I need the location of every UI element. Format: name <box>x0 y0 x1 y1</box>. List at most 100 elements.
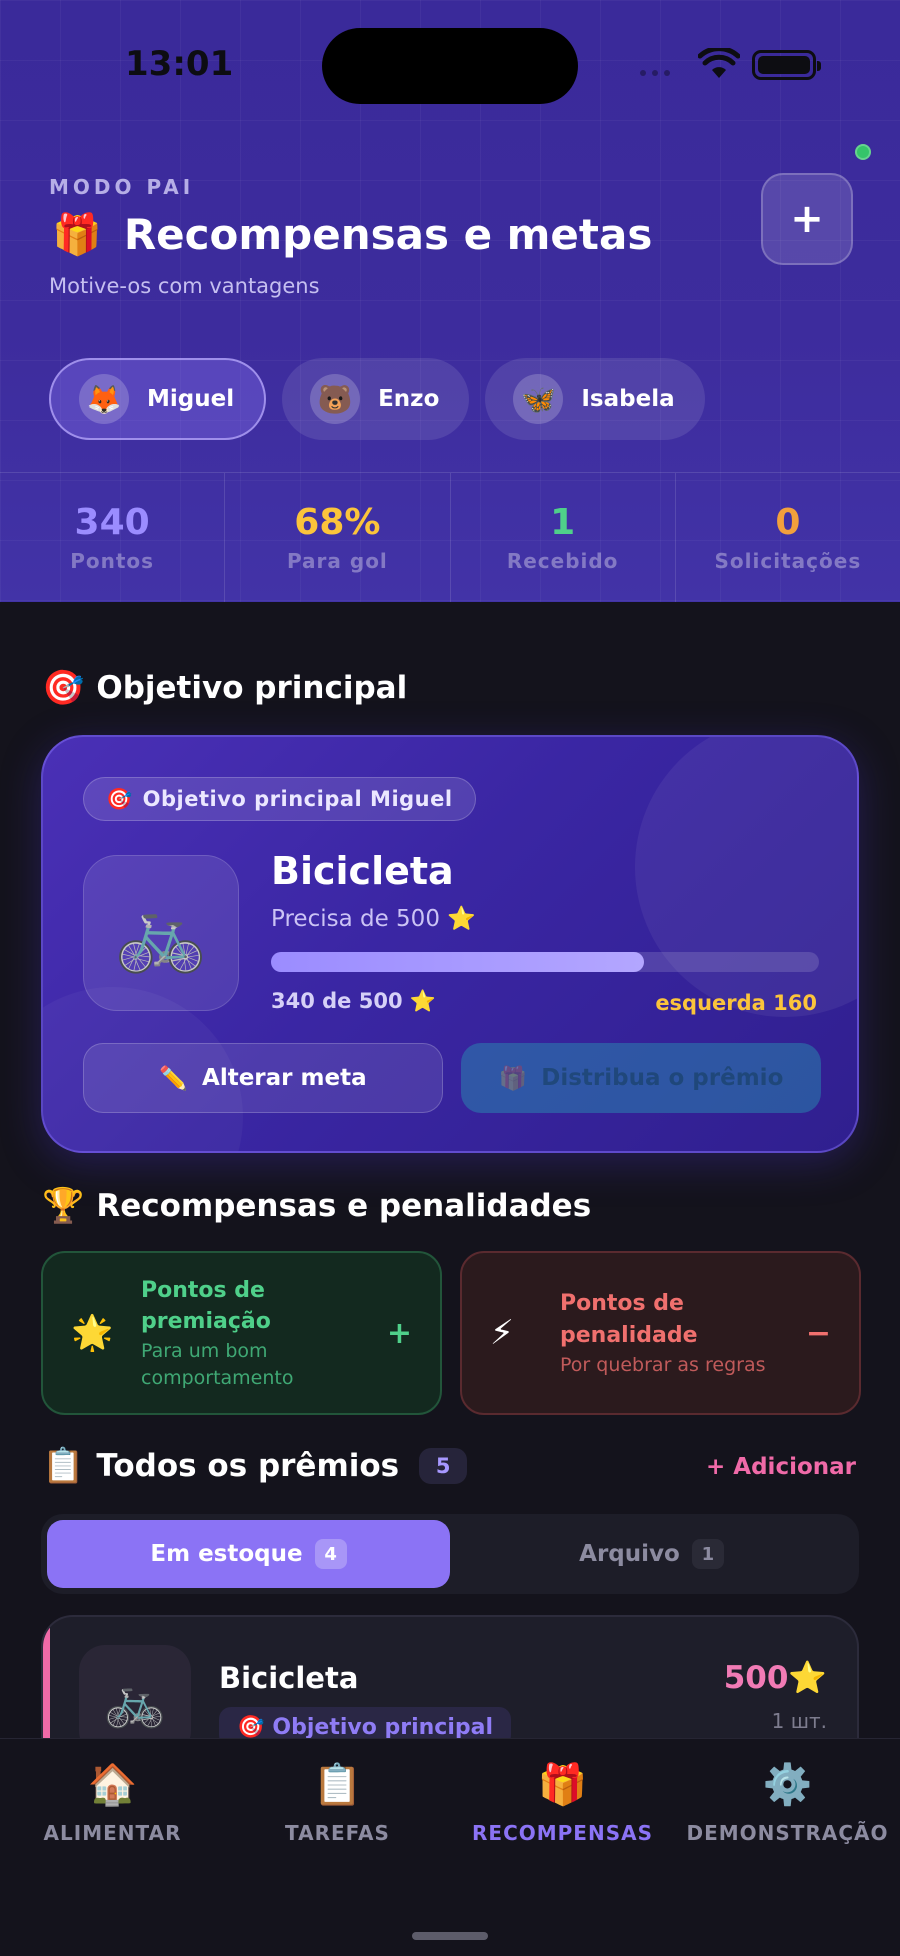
prize-name: Bicicleta <box>219 1661 359 1695</box>
dynamic-island <box>322 28 578 104</box>
status-time: 13:01 <box>125 44 234 84</box>
stats-bar: 340 Pontos 68% Para gol 1 Recebido 0 Solicitaçõ… <box>0 472 900 602</box>
reward-points-card[interactable]: 🌟 Pontos de premiação Para um bom compor… <box>41 1251 442 1415</box>
tab-count: 4 <box>314 1539 347 1569</box>
page-title-row: 🎁 Recompensas e metas <box>52 210 652 259</box>
pencil-icon: ✏️ <box>159 1065 189 1092</box>
prize-tabs: Em estoque 4 Arquivo 1 <box>41 1514 859 1594</box>
rewards-icon: 🎁 <box>537 1762 588 1808</box>
nav-label: RECOMPENSAS <box>472 1821 653 1845</box>
penalty-points-subtitle: Por quebrar as regras <box>560 1353 766 1376</box>
penalty-points-card[interactable]: ⚡ Pontos de penalidade Por quebrar as re… <box>460 1251 861 1415</box>
tab-label: Arquivo <box>579 1541 680 1567</box>
page-subtitle: Motive-os com vantagens <box>49 274 320 298</box>
plus-icon: + <box>386 1315 412 1351</box>
home-icon: 🏠 <box>87 1762 138 1808</box>
goal-progress-text: 340 de 500 ⭐ <box>271 989 437 1013</box>
child-chip-miguel[interactable]: 🦊 Miguel <box>49 358 267 440</box>
reward-points-subtitle: Para um bom comportamento <box>141 1340 294 1389</box>
goal-owner-label: Objetivo principal Miguel <box>142 787 453 811</box>
add-reward-button[interactable]: + <box>761 173 853 265</box>
target-icon: 🎯 <box>237 1714 265 1740</box>
goal-required: Precisa de 500 ⭐ <box>271 906 476 932</box>
prizes-section-title: 📋 Todos os prêmios 5 <box>42 1446 468 1486</box>
give-prize-label: Distribua o prêmio <box>541 1065 784 1091</box>
star-icon: 🌟 <box>71 1313 114 1353</box>
stat-1: 68% Para gol <box>225 473 451 602</box>
stat-0: 340 Pontos <box>0 473 226 602</box>
goal-progress-fill <box>271 952 644 972</box>
rewards-section-label: Recompensas e penalidades <box>96 1188 592 1224</box>
stat-label: Recebido <box>506 549 619 573</box>
child-name: Enzo <box>378 386 440 412</box>
signal-icon <box>640 70 670 76</box>
penalty-points-title: Pontos de penalidade <box>560 1290 698 1348</box>
change-goal-label: Alterar meta <box>202 1065 367 1091</box>
add-prize-link[interactable]: + Adicionar <box>706 1454 856 1480</box>
goal-name: Bicicleta <box>271 849 454 893</box>
tab-label: Em estoque <box>150 1541 303 1567</box>
child-name: Miguel <box>147 386 235 412</box>
prizes-section-label: Todos os prêmios <box>96 1448 400 1484</box>
bicycle-icon: 🚲 <box>83 855 239 1011</box>
lightning-icon: ⚡ <box>490 1313 514 1353</box>
stat-label: Pontos <box>70 549 155 573</box>
minus-icon: − <box>805 1315 831 1351</box>
give-prize-button[interactable]: 🎁 Distribua o prêmio <box>461 1043 821 1113</box>
goal-progress-bar <box>271 952 819 972</box>
tab-in-stock[interactable]: Em estoque 4 <box>47 1520 450 1588</box>
tab-count: 1 <box>691 1539 724 1569</box>
nav-rewards[interactable]: 🎁 RECOMPENSAS <box>450 1739 675 1956</box>
page-title: Recompensas e metas <box>123 210 653 259</box>
target-icon: 🎯 <box>42 668 85 708</box>
nav-tasks[interactable]: 📋 TAREFAS <box>225 1739 450 1956</box>
bottom-nav: 🏠 ALIMENTAR 📋 TAREFAS 🎁 RECOMPENSAS ⚙️ DEMONSTR… <box>0 1738 900 1956</box>
child-chip-isabela[interactable]: 🦋 Isabela <box>485 358 705 440</box>
nav-demo[interactable]: ⚙️ DEMONSTRAÇÃO <box>675 1739 900 1956</box>
avatar: 🦋 <box>513 374 564 424</box>
main-goal-tag-label: Objetivo principal <box>272 1714 494 1740</box>
change-goal-button[interactable]: ✏️ Alterar meta <box>83 1043 443 1113</box>
mode-label: MODO PAI <box>49 175 195 199</box>
nav-label: TAREFAS <box>285 1821 390 1845</box>
stat-value: 1 <box>550 502 576 543</box>
rewards-section-title: 🏆 Recompensas e penalidades <box>42 1186 591 1226</box>
goal-owner-badge: 🎯 Objetivo principal Miguel <box>83 777 476 821</box>
stat-label: Para gol <box>286 549 388 573</box>
gift-icon: 🎁 <box>498 1065 528 1092</box>
online-indicator <box>855 144 871 160</box>
demo-icon: ⚙️ <box>762 1762 813 1808</box>
header: 13:01 MODO PAI 🎁 Recompensas e metas Mot… <box>0 0 900 602</box>
trophy-icon: 🏆 <box>42 1186 85 1226</box>
goal-section-title: 🎯 Objetivo principal <box>42 668 407 708</box>
wifi-icon <box>698 48 740 78</box>
child-selector: 🦊 Miguel 🐻 Enzo 🦋 Isabela <box>49 358 705 440</box>
target-icon: 🎯 <box>106 786 133 811</box>
reward-points-title: Pontos de premiação <box>141 1277 271 1335</box>
stat-value: 340 <box>74 502 150 543</box>
child-chip-enzo[interactable]: 🐻 Enzo <box>282 358 470 440</box>
main-goal-card: 🎯 Objetivo principal Miguel 🚲 Bicicleta … <box>41 735 859 1153</box>
stat-value: 68% <box>294 502 381 543</box>
nav-home[interactable]: 🏠 ALIMENTAR <box>0 1739 225 1956</box>
clipboard-icon: 📋 <box>42 1446 85 1486</box>
avatar: 🐻 <box>310 374 361 424</box>
goal-section-label: Objetivo principal <box>96 670 408 706</box>
goal-remaining: esquerda 160 <box>655 991 817 1015</box>
stat-3: 0 Solicitações <box>676 473 900 602</box>
stat-label: Solicitações <box>714 549 862 573</box>
gift-icon: 🎁 <box>52 212 102 258</box>
prize-points: 500⭐ <box>723 1660 827 1696</box>
tab-archive[interactable]: Arquivo 1 <box>450 1520 853 1588</box>
nav-label: DEMONSTRAÇÃO <box>686 1821 889 1845</box>
prize-quantity: 1 шт. <box>771 1709 827 1733</box>
child-name: Isabela <box>581 386 675 412</box>
nav-label: ALIMENTAR <box>43 1821 182 1845</box>
stat-value: 0 <box>775 502 801 543</box>
home-indicator <box>412 1932 488 1940</box>
battery-icon <box>752 50 821 80</box>
stat-2: 1 Recebido <box>451 473 676 602</box>
tasks-icon: 📋 <box>312 1762 363 1808</box>
prizes-count-badge: 5 <box>419 1448 468 1484</box>
avatar: 🦊 <box>79 374 129 424</box>
